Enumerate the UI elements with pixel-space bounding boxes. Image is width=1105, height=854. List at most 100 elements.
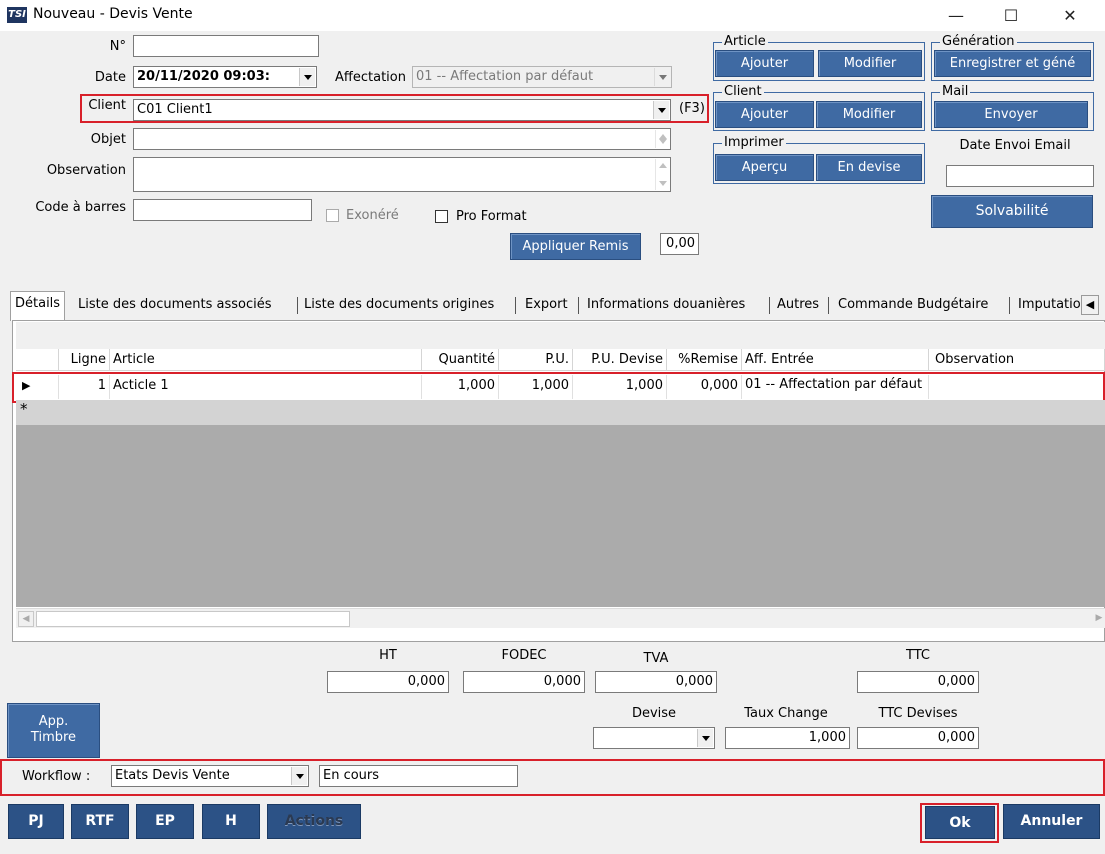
article-edit-button[interactable]: Modifier: [818, 50, 922, 77]
tab-divider: [578, 297, 579, 314]
cell-quantite[interactable]: 1,000: [422, 375, 499, 399]
objet-scrollbar[interactable]: [655, 130, 669, 148]
cell-pu-devise[interactable]: 1,000: [573, 375, 667, 399]
article-add-button[interactable]: Ajouter: [715, 50, 814, 77]
workflow-value: Etats Devis Vente: [115, 768, 230, 783]
affectation-select[interactable]: 01 -- Affectation par défaut: [412, 66, 672, 88]
barcode-label: Code à barres: [35, 200, 126, 215]
chevron-down-icon[interactable]: [653, 101, 669, 119]
col-article[interactable]: Article: [110, 349, 422, 371]
client-select[interactable]: C01 Client1: [133, 99, 671, 121]
cell-remise[interactable]: 0,000: [667, 375, 742, 399]
devise-select[interactable]: [593, 727, 715, 749]
article-group-legend: Article: [724, 34, 766, 49]
print-group-legend: Imprimer: [724, 135, 784, 150]
date-picker[interactable]: 20/11/2020 09:03:: [133, 66, 317, 88]
exonere-checkbox[interactable]: [326, 209, 339, 222]
tab-divider: [515, 297, 516, 314]
workflow-status: En cours: [319, 765, 518, 787]
observation-scrollbar[interactable]: [655, 159, 669, 190]
tab-imputation[interactable]: Imputatio: [1014, 293, 1080, 319]
cell-article[interactable]: Acticle 1: [110, 375, 422, 399]
save-generate-button[interactable]: Enregistrer et géné: [934, 50, 1091, 77]
rtf-button[interactable]: RTF: [71, 804, 129, 839]
affectation-value: 01 -- Affectation par défaut: [416, 69, 594, 84]
tab-export[interactable]: Export: [521, 293, 572, 319]
maximize-icon[interactable]: ☐: [988, 0, 1034, 31]
tab-associated-docs[interactable]: Liste des documents associés: [74, 293, 276, 319]
date-label: Date: [94, 70, 126, 85]
tva-label: TVA: [643, 651, 669, 666]
tab-others[interactable]: Autres: [773, 293, 823, 319]
cancel-button[interactable]: Annuler: [1003, 804, 1100, 839]
workflow-select[interactable]: Etats Devis Vente: [111, 765, 309, 787]
ttc-value: 0,000: [857, 671, 979, 693]
col-observation[interactable]: Observation: [929, 349, 1105, 371]
observation-input[interactable]: [133, 157, 671, 192]
tab-scroll-left-icon[interactable]: ◀: [1081, 295, 1099, 315]
cell-ligne[interactable]: 1: [59, 375, 110, 399]
scroll-thumb[interactable]: [36, 611, 350, 627]
objet-input[interactable]: [133, 128, 671, 150]
actions-button[interactable]: Actions: [267, 804, 361, 839]
date-envoi-label: Date Envoi Email: [959, 138, 1071, 153]
no-input[interactable]: [133, 35, 319, 57]
workflow-label: Workflow :: [22, 769, 91, 784]
app-timbre-line1: App.: [38, 714, 69, 729]
ht-label: HT: [379, 648, 397, 663]
col-remise[interactable]: %Remise: [667, 349, 742, 371]
send-mail-button[interactable]: Envoyer: [934, 101, 1088, 128]
ep-button[interactable]: EP: [136, 804, 194, 839]
chevron-down-icon[interactable]: [291, 767, 307, 785]
tab-budget-order[interactable]: Commande Budgétaire: [834, 293, 992, 319]
barcode-input[interactable]: [133, 199, 312, 221]
app-timbre-button[interactable]: App. Timbre: [7, 703, 100, 758]
solvabilite-button[interactable]: Solvabilité: [931, 195, 1093, 228]
grid-horizontal-scrollbar[interactable]: ◀ ▶: [16, 608, 1105, 628]
taux-input[interactable]: 1,000: [725, 727, 850, 749]
app-logo-icon: TSI: [7, 7, 27, 23]
col-aff-entree[interactable]: Aff. Entrée: [742, 349, 929, 371]
tab-divider: [1009, 297, 1010, 314]
chevron-down-icon[interactable]: [697, 729, 713, 747]
tab-details[interactable]: Détails: [10, 291, 66, 321]
scroll-right-icon[interactable]: ▶: [1094, 611, 1104, 627]
print-preview-button[interactable]: Aperçu: [715, 154, 814, 181]
date-value: 20/11/2020 09:03:: [137, 69, 270, 84]
scroll-left-icon[interactable]: ◀: [18, 611, 34, 627]
tab-divider: [297, 297, 298, 314]
print-currency-button[interactable]: En devise: [816, 154, 922, 181]
tab-origin-docs[interactable]: Liste des documents origines: [300, 293, 498, 319]
grid-empty-area: [16, 425, 1105, 607]
minimize-icon[interactable]: —: [933, 0, 979, 31]
ok-button[interactable]: Ok: [925, 806, 995, 839]
client-add-button[interactable]: Ajouter: [715, 101, 814, 128]
pj-button[interactable]: PJ: [8, 804, 64, 839]
apply-discount-button[interactable]: Appliquer Remis: [510, 233, 641, 260]
pro-format-label: Pro Format: [456, 209, 527, 224]
fodec-value: 0,000: [463, 671, 585, 693]
h-button[interactable]: H: [202, 804, 260, 839]
col-quantite[interactable]: Quantité: [422, 349, 499, 371]
col-pu-devise[interactable]: P.U. Devise: [573, 349, 667, 371]
ttc-devises-value: 0,000: [857, 727, 979, 749]
col-pu[interactable]: P.U.: [499, 349, 573, 371]
ttc-devises-label: TTC Devises: [878, 706, 958, 721]
col-ligne[interactable]: Ligne: [59, 349, 110, 371]
exonere-label: Exonéré: [346, 208, 399, 223]
tab-customs-info[interactable]: Informations douanières: [583, 293, 749, 319]
pro-format-checkbox[interactable]: [435, 210, 448, 223]
discount-input[interactable]: 0,00: [660, 233, 699, 255]
new-row[interactable]: [16, 400, 1105, 425]
cell-pu[interactable]: 1,000: [499, 375, 573, 399]
grid-group-header: [16, 322, 1105, 349]
date-envoi-input[interactable]: [946, 165, 1094, 187]
cell-observation[interactable]: [929, 375, 1105, 399]
cell-aff-entree[interactable]: 01 -- Affectation par défaut: [742, 375, 929, 399]
fodec-label: FODEC: [501, 648, 547, 663]
close-icon[interactable]: ✕: [1047, 0, 1093, 31]
client-edit-button[interactable]: Modifier: [816, 101, 922, 128]
tab-divider: [828, 297, 829, 314]
chevron-down-icon[interactable]: [299, 68, 315, 86]
client-label: Client: [88, 98, 126, 113]
